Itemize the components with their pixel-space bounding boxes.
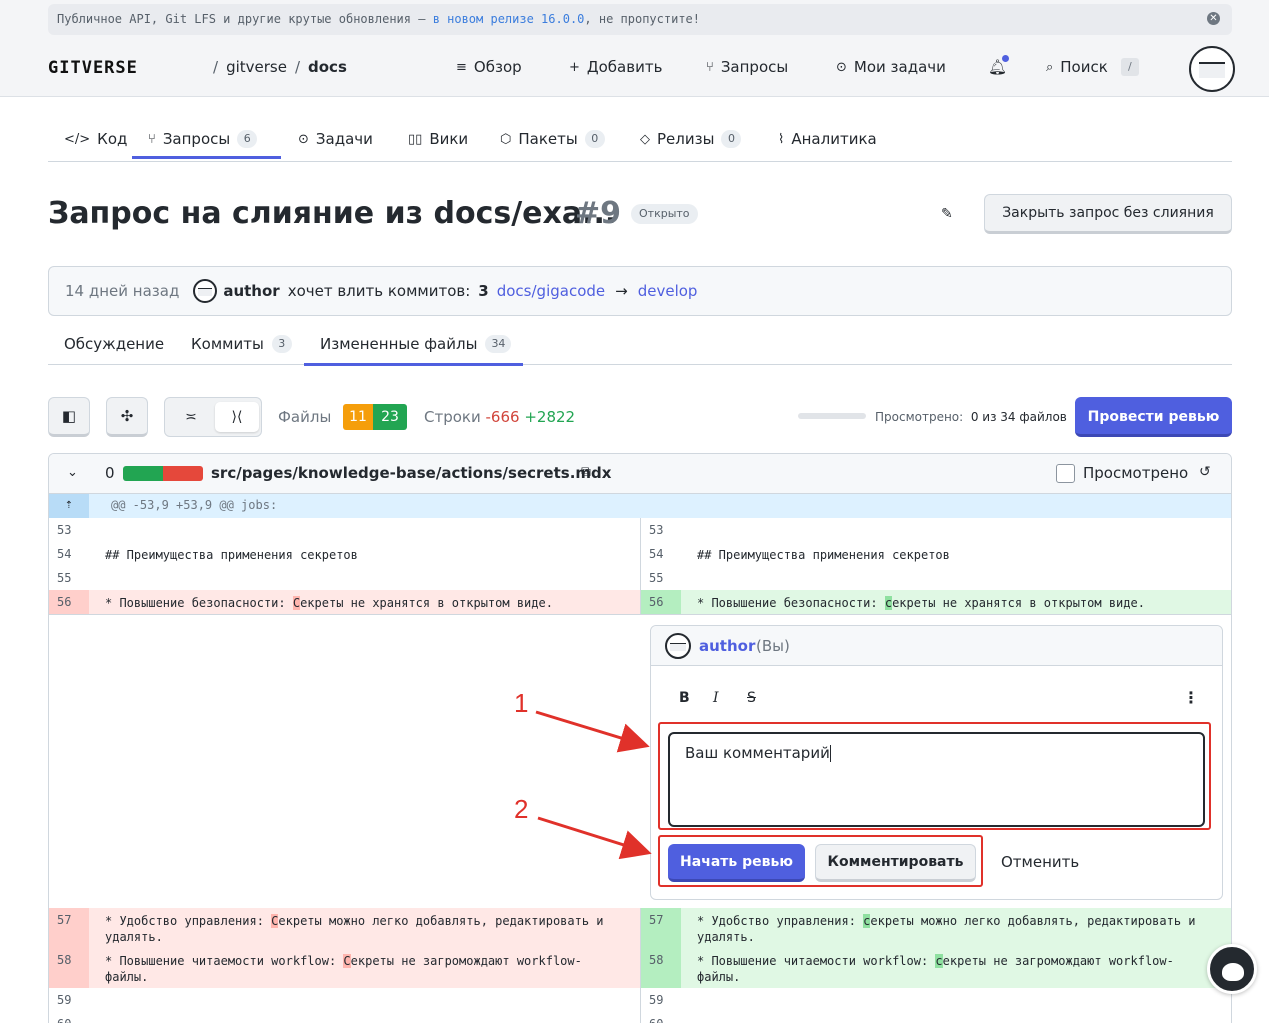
annotation-arrow-1 <box>535 710 650 753</box>
annotation-arrows <box>535 710 652 860</box>
annotation-arrow-2 <box>537 816 652 860</box>
assistant-mascot-icon[interactable] <box>1207 944 1257 994</box>
